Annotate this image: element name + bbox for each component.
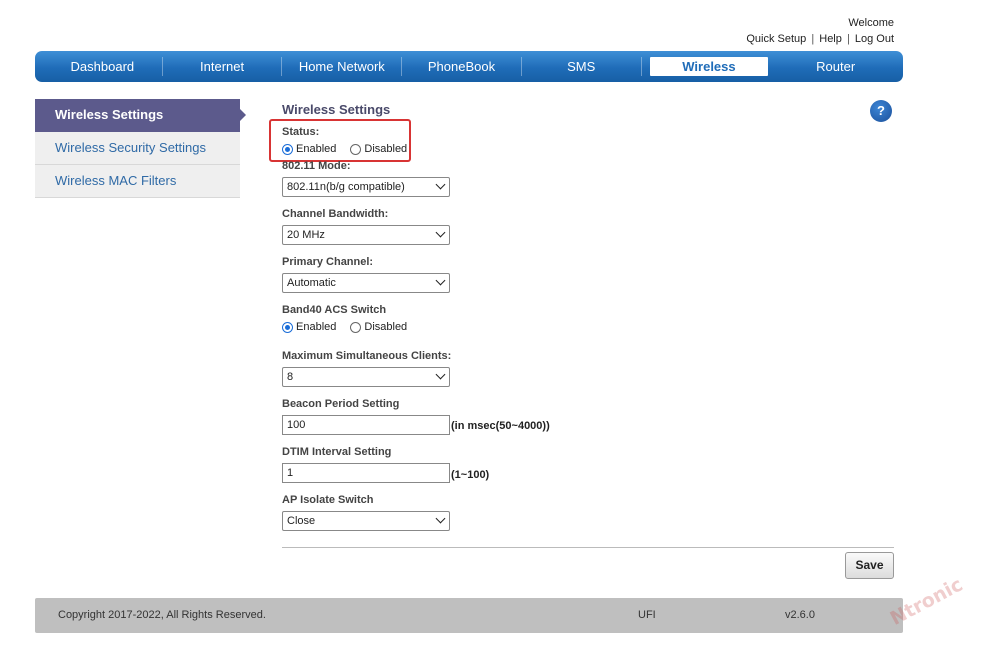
band40-enabled-label: Enabled <box>296 321 337 333</box>
status-disabled-label: Disabled <box>364 143 408 155</box>
nav-home-network[interactable]: Home Network <box>282 57 403 76</box>
nav-wireless[interactable]: Wireless <box>649 57 769 76</box>
primary-channel-select[interactable]: Automatic <box>282 273 450 293</box>
nav-router[interactable]: Router <box>776 57 895 76</box>
status-enabled-radio[interactable] <box>282 143 293 155</box>
bandwidth-select[interactable]: 20 MHz <box>282 225 450 245</box>
help-link[interactable]: Help <box>819 33 842 45</box>
mode-select[interactable]: 802.11n(b/g compatible) <box>282 177 450 197</box>
main-nav: Dashboard Internet Home Network PhoneBoo… <box>35 51 903 82</box>
sidebar-item-mac-filters[interactable]: Wireless MAC Filters <box>35 165 240 198</box>
footer: Copyright 2017-2022, All Rights Reserved… <box>35 598 903 633</box>
band40-label: Band40 ACS Switch <box>282 304 387 316</box>
status-enabled-label: Enabled <box>296 143 337 155</box>
watermark-logo: Ntronic <box>886 573 967 630</box>
sidebar-item-wireless-security[interactable]: Wireless Security Settings <box>35 132 240 165</box>
chevron-down-icon <box>435 513 446 524</box>
copyright-text: Copyright 2017-2022, All Rights Reserved… <box>58 609 266 621</box>
dtim-unit: (1~100) <box>451 469 490 481</box>
ap-isolate-select[interactable]: Close <box>282 511 450 531</box>
primary-channel-select-value: Automatic <box>287 277 336 289</box>
header-links: Welcome Quick Setup | Help | Log Out <box>746 15 894 47</box>
beacon-unit: (in msec(50~4000)) <box>451 420 550 432</box>
status-radio-group: Enabled Disabled <box>282 143 421 155</box>
mode-label: 802.11 Mode: <box>282 160 351 172</box>
max-clients-label: Maximum Simultaneous Clients: <box>282 350 452 362</box>
ap-isolate-label: AP Isolate Switch <box>282 494 374 506</box>
chevron-down-icon <box>435 227 446 238</box>
ap-isolate-select-value: Close <box>287 515 316 527</box>
nav-sms[interactable]: SMS <box>522 57 642 76</box>
band40-disabled-label: Disabled <box>364 321 408 333</box>
nav-dashboard[interactable]: Dashboard <box>43 57 163 76</box>
page-title: Wireless Settings <box>282 102 391 117</box>
link-separator: | <box>811 33 815 45</box>
logout-link[interactable]: Log Out <box>855 33 894 45</box>
dtim-label: DTIM Interval Setting <box>282 446 392 458</box>
nav-phonebook[interactable]: PhoneBook <box>402 57 522 76</box>
chevron-down-icon <box>435 179 446 190</box>
bandwidth-select-value: 20 MHz <box>287 229 325 241</box>
link-separator: | <box>846 33 850 45</box>
beacon-input[interactable]: 100 <box>282 415 450 435</box>
nav-internet[interactable]: Internet <box>163 57 283 76</box>
help-icon[interactable]: ? <box>870 100 892 122</box>
bandwidth-label: Channel Bandwidth: <box>282 208 389 220</box>
firmware-version: v2.6.0 <box>785 609 815 621</box>
primary-channel-label: Primary Channel: <box>282 256 374 268</box>
save-button[interactable]: Save <box>845 552 894 579</box>
mode-select-value: 802.11n(b/g compatible) <box>287 181 405 193</box>
band40-disabled-radio[interactable] <box>350 321 362 333</box>
max-clients-select-value: 8 <box>287 371 294 383</box>
chevron-down-icon <box>435 369 446 380</box>
device-name: UFI <box>638 609 656 621</box>
quick-setup-link[interactable]: Quick Setup <box>746 33 806 45</box>
chevron-down-icon <box>435 275 446 286</box>
form-divider <box>282 547 894 548</box>
max-clients-select[interactable]: 8 <box>282 367 450 387</box>
sidebar-item-wireless-settings[interactable]: Wireless Settings <box>35 99 246 132</box>
band40-radio-group: Enabled Disabled <box>282 321 421 333</box>
sidebar: Wireless Settings Wireless Security Sett… <box>35 99 246 198</box>
dtim-input[interactable]: 1 <box>282 463 450 483</box>
status-label: Status: <box>282 126 320 138</box>
band40-enabled-radio[interactable] <box>282 321 293 333</box>
welcome-text: Welcome <box>848 17 894 29</box>
beacon-label: Beacon Period Setting <box>282 398 400 410</box>
status-disabled-radio[interactable] <box>350 143 362 155</box>
